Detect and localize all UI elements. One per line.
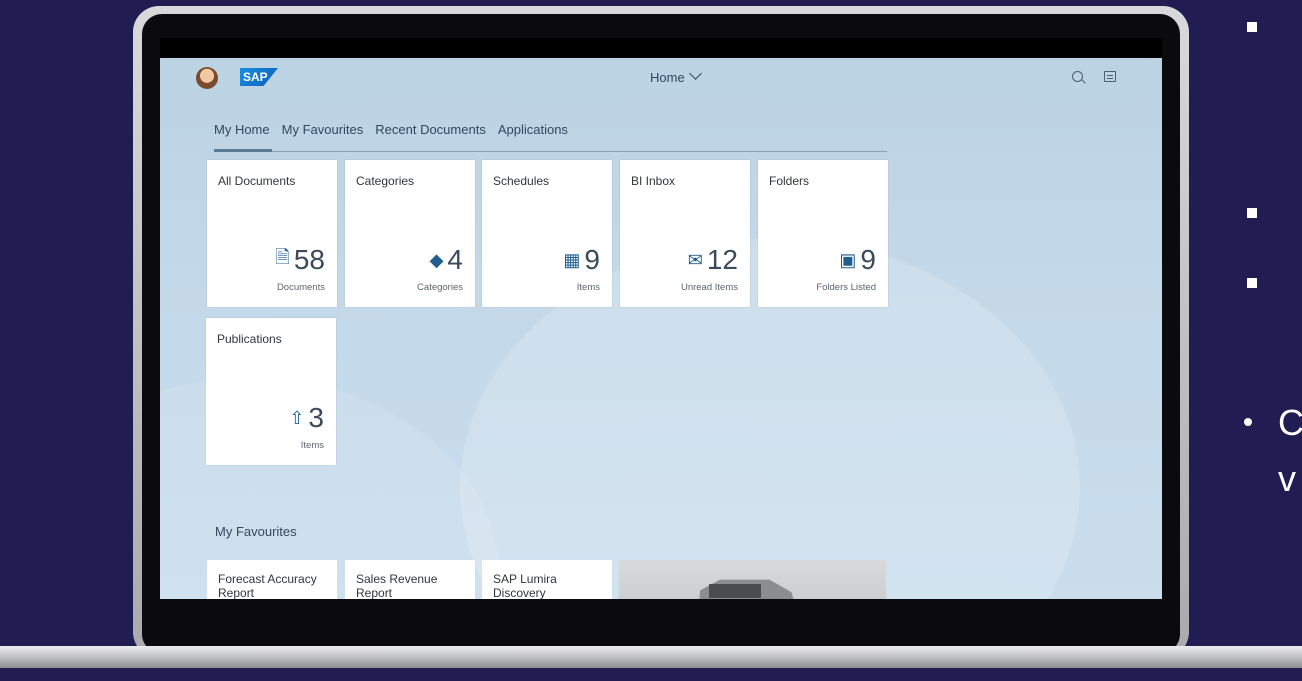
envelope-icon: ✉ [687,249,703,270]
tab-my-home[interactable]: My Home [214,122,270,142]
tile-count-value: 4 [447,244,463,275]
tile-folders[interactable]: Folders ▣ 9 Folders Listed [758,160,888,307]
tile-title: Schedules [493,174,550,188]
tile-title: Publications [217,332,282,346]
tile-count-value: 12 [706,244,738,275]
tile-count: 🗎 58 [275,244,325,276]
tile-count: ✉ 12 [688,244,738,276]
chevron-down-icon [688,67,702,80]
tab-my-favourites[interactable]: My Favourites [282,122,364,142]
sap-logo[interactable]: SAP [240,68,278,86]
tile-count: ▦ 9 [563,244,600,276]
tile-count-value: 9 [584,244,600,275]
tile-count-value: 58 [293,244,325,275]
screen-top-bar [160,38,1162,58]
tile-title: Folders [769,174,810,188]
slide-bullet [1247,278,1257,288]
tile-unit: Items [300,440,324,451]
calendar-icon: ▦ [563,249,581,270]
car-window [709,584,761,598]
tile-title: Categories [356,174,415,188]
share-icon: ⇧ [289,407,305,428]
tile-bi-inbox[interactable]: BI Inbox ✉ 12 Unread Items [620,160,750,307]
tile-count-value: 3 [308,402,324,433]
tile-unit: Unread Items [680,282,738,293]
tile-count: ⇧ 3 [289,402,324,434]
tab-active-indicator [214,149,272,152]
tile-unit: Categories [417,282,463,293]
tile-count: ◆ 4 [430,244,463,276]
tab-bar: My Home My Favourites Recent Documents A… [214,122,580,142]
tile-count-value: 9 [860,244,876,275]
categories-icon: ◆ [429,249,444,270]
tile-all-documents[interactable]: All Documents 🗎 58 Documents [207,160,337,307]
document-icon: 🗎 [275,247,290,267]
folder-icon: ▣ [839,249,857,270]
home-title-dropdown[interactable]: Home [650,67,702,85]
tile-unit: Documents [276,282,325,293]
favourite-title: Forecast Accuracy Report [218,572,317,599]
tile-unit: Items [576,282,600,293]
favourite-tile-sales-revenue[interactable]: Sales Revenue Report [345,560,475,599]
avatar[interactable] [196,67,218,89]
tile-publications[interactable]: Publications ⇧ 3 Items [206,318,336,465]
tile-count: ▣ 9 [839,244,876,276]
home-title-label: Home [650,70,685,85]
slide-bullet-dot [1244,418,1252,426]
favourite-tile-forecast-accuracy[interactable]: Forecast Accuracy Report [207,560,337,599]
laptop-screen: SAP Home My Home My Favourites Recent Do… [160,38,1162,599]
tab-recent-documents[interactable]: Recent Documents [375,122,486,142]
favourites-section-title: My Favourites [215,524,297,539]
sap-launchpad: SAP Home My Home My Favourites Recent Do… [160,58,1162,599]
slide-text-fragment: C [1278,402,1302,443]
tab-applications[interactable]: Applications [498,122,568,142]
laptop-base [0,646,1302,668]
favourite-title: SAP Lumira Discovery [493,572,557,599]
tile-title: All Documents [218,174,296,188]
favourite-title: Sales Revenue Report [356,572,438,599]
tile-title: BI Inbox [631,174,676,188]
menu-icon[interactable] [1104,71,1116,82]
favourite-image-tile[interactable] [619,560,886,599]
shell-bar: SAP Home [160,58,1162,98]
slide-text-fragment: v [1278,458,1296,499]
slide-bullet [1247,22,1257,32]
tile-categories[interactable]: Categories ◆ 4 Categories [345,160,475,307]
favourite-tile-sap-lumira[interactable]: SAP Lumira Discovery [482,560,612,599]
tile-unit: Folders Listed [816,282,876,293]
search-icon[interactable] [1072,71,1083,82]
slide-bullet [1247,208,1257,218]
tab-divider [214,151,887,152]
tile-schedules[interactable]: Schedules ▦ 9 Items [482,160,612,307]
